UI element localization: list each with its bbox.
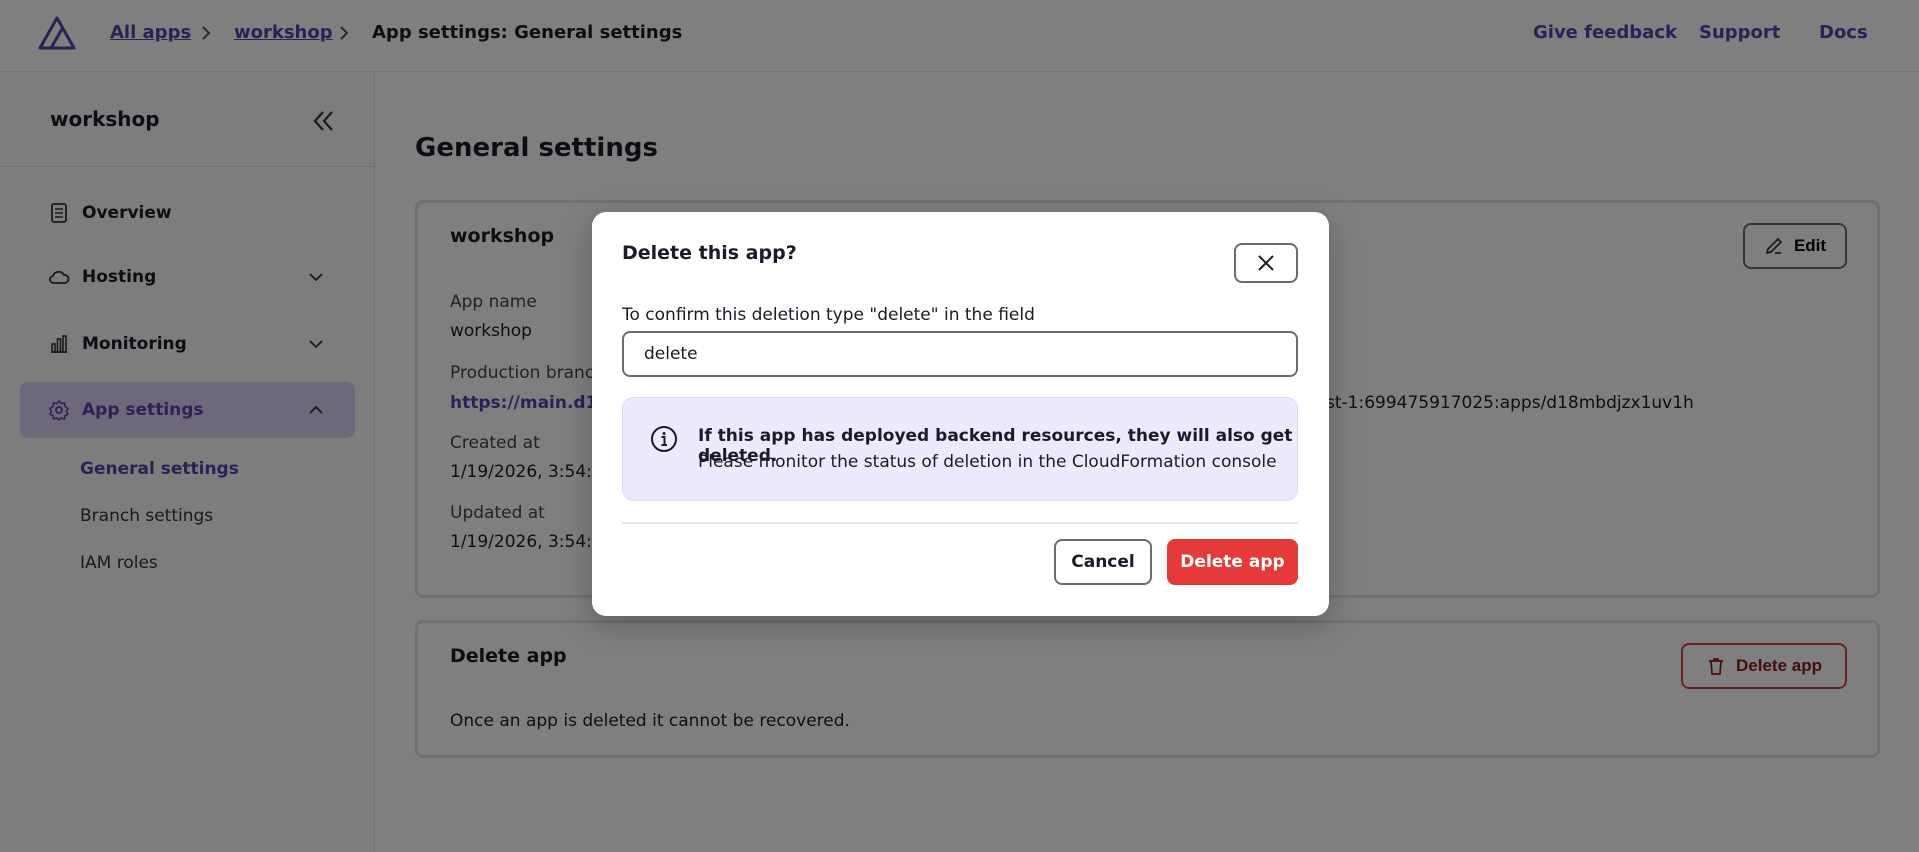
- dialog-title: Delete this app?: [622, 242, 797, 264]
- confirm-delete-input[interactable]: [622, 331, 1298, 377]
- confirm-label: To confirm this deletion type "delete" i…: [622, 305, 1035, 325]
- delete-app-dialog: Delete this app? To confirm this deletio…: [592, 212, 1329, 616]
- alert-message: Please monitor the status of deletion in…: [698, 452, 1277, 472]
- close-button[interactable]: [1234, 243, 1298, 283]
- info-alert: If this app has deployed backend resourc…: [622, 397, 1298, 501]
- dialog-divider: [622, 522, 1298, 524]
- info-icon: [651, 426, 677, 452]
- cancel-button[interactable]: Cancel: [1054, 539, 1152, 585]
- close-icon: [1258, 255, 1274, 271]
- confirm-delete-app-button[interactable]: Delete app: [1167, 539, 1298, 585]
